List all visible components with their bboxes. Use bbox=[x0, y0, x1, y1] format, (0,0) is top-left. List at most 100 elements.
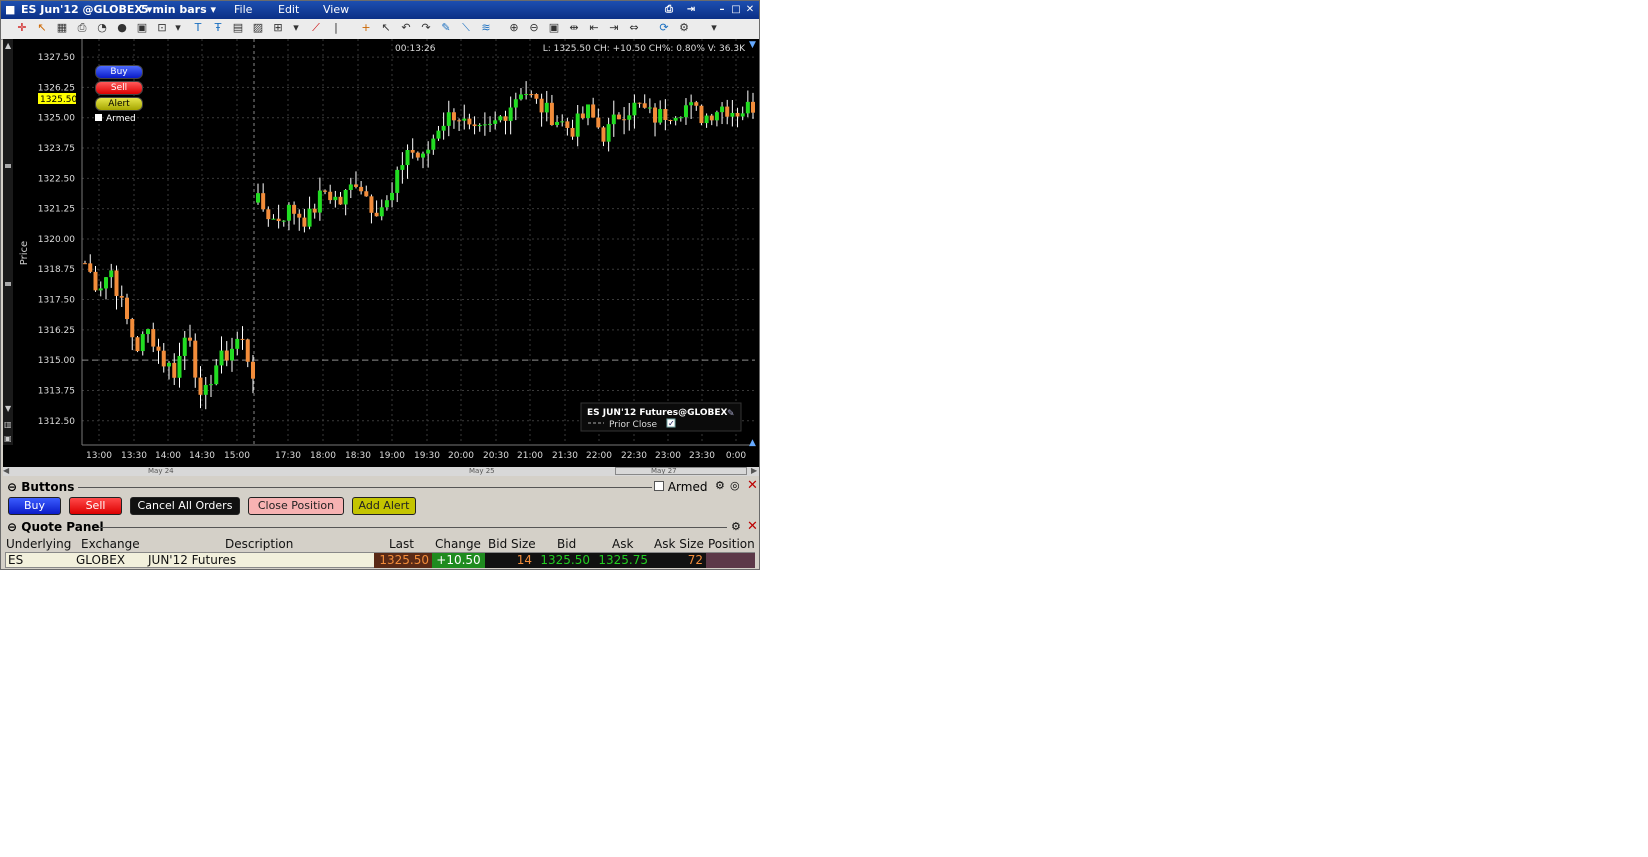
close-icon[interactable]: ✕ bbox=[747, 478, 758, 493]
cell-last: 1325.50 bbox=[374, 553, 432, 568]
col-description[interactable]: Description bbox=[225, 537, 293, 551]
time-navigator[interactable]: May 24 May 25 May 27 ◀ ▶ bbox=[3, 466, 759, 476]
print-icon[interactable]: ⎙ bbox=[663, 4, 675, 15]
price-chart[interactable]: 1327.50 1326.25 1325.00 1323.75 1322.50 1321.… bbox=[3, 39, 759, 475]
wrench-icon[interactable]: ✎ bbox=[727, 409, 735, 419]
candle-body bbox=[622, 119, 627, 121]
col-ask-size[interactable]: Ask Size bbox=[654, 537, 704, 551]
annotation-icon[interactable]: ✎ bbox=[439, 21, 453, 35]
armed-toggle[interactable]: Armed bbox=[654, 480, 707, 494]
sync-icon[interactable]: ⟳ bbox=[657, 21, 671, 35]
dropdown-icon[interactable]: ▾ bbox=[171, 21, 185, 35]
bar-size-selector[interactable]: 5 min bars ▾ bbox=[141, 3, 216, 16]
scroll-up-icon[interactable]: ▲ bbox=[5, 41, 12, 50]
candle-body bbox=[130, 319, 135, 338]
text-icon[interactable]: T bbox=[191, 21, 205, 35]
scroll-handle[interactable] bbox=[5, 282, 11, 286]
dropdown-icon[interactable]: ▾ bbox=[707, 21, 721, 35]
settings-icon[interactable]: ⚙ bbox=[731, 520, 741, 533]
scroll-down-icon[interactable]: ▼ bbox=[5, 404, 12, 413]
redo-icon[interactable]: ↷ bbox=[419, 21, 433, 35]
buy-button[interactable]: Buy bbox=[8, 497, 61, 515]
close-icon[interactable]: ✕ bbox=[747, 519, 758, 534]
col-underlying[interactable]: Underlying bbox=[6, 537, 71, 551]
dropdown-icon[interactable]: ▾ bbox=[289, 21, 303, 35]
candle-body bbox=[271, 218, 276, 220]
link-icon[interactable]: ⇥ bbox=[685, 4, 697, 15]
chart-alert-button[interactable]: Alert bbox=[95, 97, 143, 111]
menu-edit[interactable]: Edit bbox=[278, 3, 299, 16]
print-icon[interactable]: ⎙ bbox=[75, 21, 89, 35]
chart-sell-button[interactable]: Sell bbox=[95, 81, 143, 95]
quote-panel-header[interactable]: ⊖ Quote Panel bbox=[7, 520, 104, 534]
menu-view[interactable]: View bbox=[323, 3, 349, 16]
close-icon[interactable]: ✕ bbox=[744, 4, 756, 15]
scroll-handle[interactable] bbox=[5, 164, 11, 168]
maximize-icon[interactable]: □ bbox=[730, 4, 742, 15]
add-alert-button[interactable]: Add Alert bbox=[352, 497, 416, 515]
chart-icon[interactable]: ▤ bbox=[231, 21, 245, 35]
zoom-out-icon[interactable]: ⊖ bbox=[527, 21, 541, 35]
collapse-icon[interactable]: ▼ bbox=[749, 40, 756, 50]
cursor-icon[interactable]: ↖ bbox=[379, 21, 393, 35]
col-change[interactable]: Change bbox=[435, 537, 481, 551]
col-last[interactable]: Last bbox=[389, 537, 414, 551]
bars-icon[interactable]: ▥ bbox=[4, 420, 12, 429]
nav-date-2: May 25 bbox=[469, 467, 495, 475]
collapse-icon[interactable]: ⊖ bbox=[7, 520, 17, 534]
chart-armed-toggle[interactable]: Armed bbox=[95, 114, 136, 124]
col-ask[interactable]: Ask bbox=[612, 537, 633, 551]
cell-ask: 1325.75 bbox=[593, 553, 651, 568]
picture-icon[interactable]: ▨ bbox=[251, 21, 265, 35]
col-position[interactable]: Position bbox=[708, 537, 755, 551]
sell-button[interactable]: Sell bbox=[69, 497, 122, 515]
link-icon[interactable]: ⚙ bbox=[715, 479, 725, 492]
bar-left-icon[interactable]: ⇤ bbox=[587, 21, 601, 35]
pointer-icon[interactable]: ↖ bbox=[35, 21, 49, 35]
nav-right-icon[interactable]: ▶ bbox=[751, 466, 757, 475]
instrument-selector[interactable]: ES Jun'12 @GLOBEX ▾ bbox=[21, 3, 152, 16]
y-axis-label: Price bbox=[19, 241, 30, 265]
buttons-panel-header[interactable]: ⊖ Buttons bbox=[7, 480, 74, 494]
col-bid[interactable]: Bid bbox=[557, 537, 576, 551]
scroll-icon[interactable]: ⇔ bbox=[627, 21, 641, 35]
candle-body bbox=[575, 113, 580, 137]
fan-icon[interactable]: ≋ bbox=[479, 21, 493, 35]
nav-window-handle[interactable] bbox=[615, 467, 747, 475]
col-bid-size[interactable]: Bid Size bbox=[488, 537, 536, 551]
circle-icon[interactable]: ● bbox=[115, 21, 129, 35]
candle-body bbox=[745, 101, 750, 114]
candle-body bbox=[544, 102, 549, 113]
chart-buy-button[interactable]: Buy bbox=[95, 65, 143, 79]
fit-icon[interactable]: ▣ bbox=[547, 21, 561, 35]
trendline-icon[interactable]: ⟋ bbox=[309, 21, 323, 35]
cross-icon[interactable]: + bbox=[359, 21, 373, 35]
refresh-icon[interactable]: ◔ bbox=[95, 21, 109, 35]
text-box-icon[interactable]: Ŧ bbox=[211, 21, 225, 35]
minimize-icon[interactable]: – bbox=[716, 4, 728, 15]
y-tick-label: 1327.50 bbox=[38, 53, 75, 63]
cancel-all-orders-button[interactable]: Cancel All Orders bbox=[130, 497, 240, 515]
collapse-icon[interactable]: ⊖ bbox=[7, 480, 17, 494]
armed-checkbox[interactable] bbox=[654, 481, 664, 491]
image-icon[interactable]: ▣ bbox=[135, 21, 149, 35]
zoom-window-icon[interactable]: ⊡ bbox=[155, 21, 169, 35]
close-position-button[interactable]: Close Position bbox=[248, 497, 344, 515]
zoom-in-icon[interactable]: ⊕ bbox=[507, 21, 521, 35]
settings-icon[interactable]: ⚙ bbox=[677, 21, 691, 35]
menu-file[interactable]: File bbox=[234, 3, 252, 16]
x-tick-label: 13:00 bbox=[86, 451, 112, 461]
nav-left-icon[interactable]: ◀ bbox=[3, 466, 9, 475]
line-tool-icon[interactable]: ⟍ bbox=[459, 21, 473, 35]
bar-right-icon[interactable]: ⇥ bbox=[607, 21, 621, 35]
armed-checkbox[interactable] bbox=[95, 114, 102, 121]
scroll-corner-icon[interactable]: ▲ bbox=[749, 438, 756, 448]
settings-icon[interactable]: ◎ bbox=[730, 479, 740, 492]
layout-icon[interactable]: ⊞ bbox=[271, 21, 285, 35]
crosshair-icon[interactable]: ✛ bbox=[15, 21, 29, 35]
col-exchange[interactable]: Exchange bbox=[81, 537, 140, 551]
lock-icon[interactable]: ▣ bbox=[4, 434, 12, 443]
grid-icon[interactable]: ▦ bbox=[55, 21, 69, 35]
expand-icon[interactable]: ⇹ bbox=[567, 21, 581, 35]
undo-icon[interactable]: ↶ bbox=[399, 21, 413, 35]
